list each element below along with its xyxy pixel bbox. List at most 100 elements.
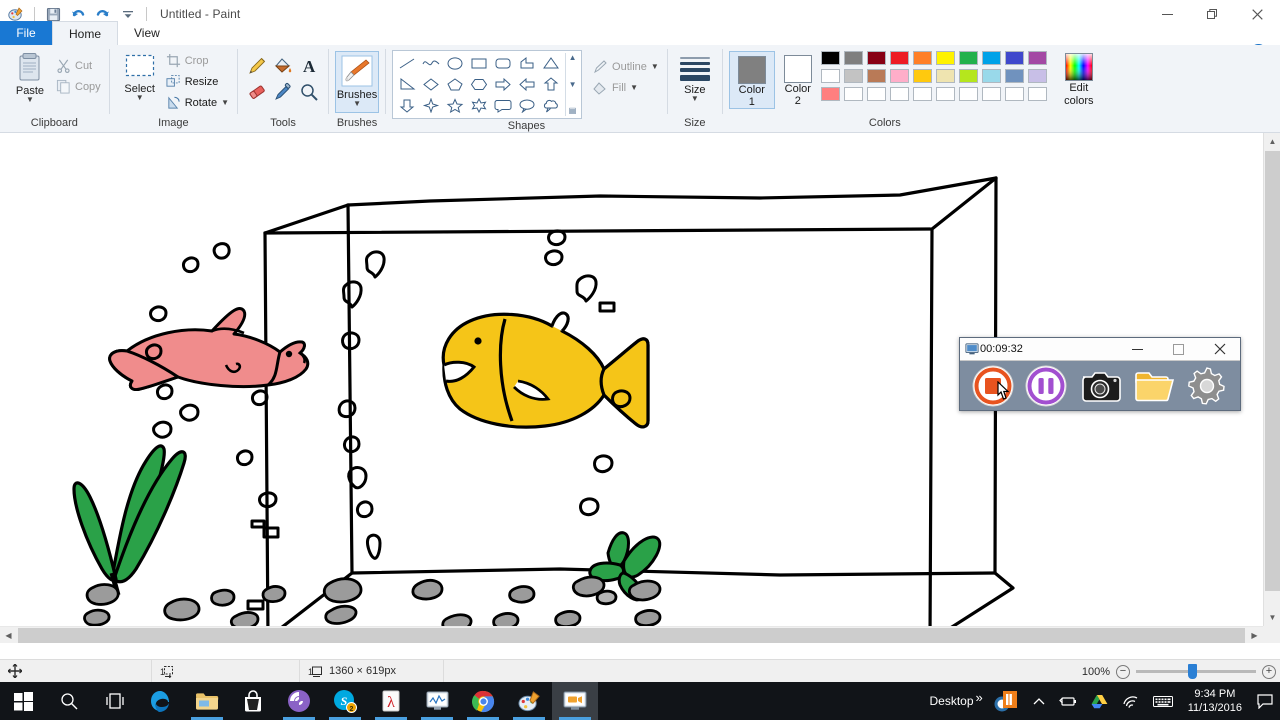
taskbar-file-explorer[interactable] bbox=[184, 682, 230, 720]
palette-swatch-2-3[interactable] bbox=[889, 87, 909, 101]
palette-swatch-0-4[interactable] bbox=[912, 51, 932, 65]
shape-six-point-star[interactable] bbox=[467, 95, 491, 116]
task-view-button[interactable] bbox=[92, 682, 138, 720]
recorder-minimize-button[interactable] bbox=[1117, 338, 1158, 361]
scroll-down-arrow-icon[interactable]: ▼ bbox=[1264, 609, 1280, 626]
action-center-icon[interactable] bbox=[1250, 682, 1280, 720]
shapes-scroll[interactable]: ▲ ▼ ▤ bbox=[565, 53, 579, 116]
shapes-scroll-down-icon[interactable]: ▼ bbox=[569, 80, 577, 89]
shape-four-point-star[interactable] bbox=[419, 95, 443, 116]
google-drive-icon[interactable] bbox=[1084, 682, 1115, 720]
pause-recording-button[interactable] bbox=[1024, 364, 1068, 408]
color-2-button[interactable]: Color 2 bbox=[775, 51, 821, 107]
taskbar-edge[interactable] bbox=[138, 682, 184, 720]
tab-view[interactable]: View bbox=[118, 21, 176, 45]
palette-swatch-1-2[interactable] bbox=[866, 69, 886, 83]
scroll-up-arrow-icon[interactable]: ▲ bbox=[1264, 133, 1280, 150]
zoom-in-button[interactable]: + bbox=[1262, 664, 1276, 679]
palette-swatch-1-0[interactable] bbox=[820, 69, 840, 83]
screenshot-button[interactable] bbox=[1078, 364, 1122, 408]
color-palette[interactable] bbox=[820, 51, 1049, 103]
tool-magnifier[interactable] bbox=[296, 79, 322, 105]
palette-swatch-2-0[interactable] bbox=[820, 87, 840, 101]
palette-swatch-1-6[interactable] bbox=[958, 69, 978, 83]
palette-swatch-2-1[interactable] bbox=[843, 87, 863, 101]
shape-right-triangle[interactable] bbox=[395, 74, 419, 95]
shape-line[interactable] bbox=[395, 53, 419, 74]
palette-swatch-0-7[interactable] bbox=[981, 51, 1001, 65]
copy-button[interactable]: Copy bbox=[54, 76, 103, 97]
palette-swatch-1-1[interactable] bbox=[843, 69, 863, 83]
palette-swatch-0-0[interactable] bbox=[820, 51, 840, 65]
cut-button[interactable]: Cut bbox=[54, 55, 103, 76]
shape-triangle[interactable] bbox=[539, 53, 563, 74]
shape-down-arrow[interactable] bbox=[395, 95, 419, 116]
show-hidden-icons-icon[interactable] bbox=[1026, 682, 1052, 720]
zoom-slider-thumb[interactable] bbox=[1188, 664, 1197, 679]
edit-colors-button[interactable]: Edit colors bbox=[1057, 51, 1101, 107]
brushes-caret-icon[interactable]: ▼ bbox=[353, 100, 361, 108]
size-button[interactable]: Size ▼ bbox=[674, 53, 716, 103]
palette-swatch-1-7[interactable] bbox=[981, 69, 1001, 83]
horizontal-scroll-thumb[interactable] bbox=[18, 628, 1245, 643]
open-folder-button[interactable] bbox=[1132, 364, 1176, 408]
taskbar-acrobat[interactable]: λ bbox=[368, 682, 414, 720]
shape-diamond[interactable] bbox=[419, 74, 443, 95]
palette-swatch-2-5[interactable] bbox=[935, 87, 955, 101]
palette-swatch-0-6[interactable] bbox=[958, 51, 978, 65]
touch-keyboard-icon[interactable] bbox=[1146, 682, 1180, 720]
taskbar-recorder[interactable] bbox=[552, 682, 598, 720]
fill-caret-icon[interactable]: ▼ bbox=[630, 83, 638, 91]
palette-swatch-0-8[interactable] bbox=[1004, 51, 1024, 65]
select-caret-icon[interactable]: ▼ bbox=[136, 94, 144, 102]
shape-hexagon[interactable] bbox=[467, 74, 491, 95]
palette-swatch-2-8[interactable] bbox=[1004, 87, 1024, 101]
zoom-out-button[interactable]: − bbox=[1116, 664, 1130, 679]
scroll-left-arrow-icon[interactable]: ◀ bbox=[0, 627, 17, 644]
tool-color-picker[interactable] bbox=[270, 79, 296, 105]
shape-polygon[interactable] bbox=[515, 53, 539, 74]
palette-swatch-0-3[interactable] bbox=[889, 51, 909, 65]
resize-button[interactable]: Resize bbox=[164, 71, 231, 92]
palette-swatch-0-9[interactable] bbox=[1027, 51, 1047, 65]
shape-curve[interactable] bbox=[419, 53, 443, 74]
taskbar-paint[interactable] bbox=[506, 682, 552, 720]
palette-swatch-0-1[interactable] bbox=[843, 51, 863, 65]
fill-button[interactable]: Fill ▼ bbox=[590, 77, 661, 98]
palette-swatch-2-7[interactable] bbox=[981, 87, 1001, 101]
shapes-expand-icon[interactable]: ▤ bbox=[569, 107, 577, 115]
palette-swatch-1-9[interactable] bbox=[1027, 69, 1047, 83]
palette-swatch-0-2[interactable] bbox=[866, 51, 886, 65]
recorder-close-button[interactable] bbox=[1199, 338, 1240, 361]
shapes-scroll-up-icon[interactable]: ▲ bbox=[569, 54, 577, 62]
palette-swatch-1-3[interactable] bbox=[889, 69, 909, 83]
paste-button[interactable]: Paste ▼ bbox=[6, 49, 54, 104]
zoom-slider[interactable] bbox=[1136, 664, 1256, 679]
shape-rounded-callout[interactable] bbox=[491, 95, 515, 116]
shape-pentagon[interactable] bbox=[443, 74, 467, 95]
search-button[interactable] bbox=[46, 682, 92, 720]
tray-desktop-label[interactable]: Desktop bbox=[919, 694, 973, 708]
brushes-button[interactable]: Brushes ▼ bbox=[335, 51, 380, 113]
tab-file[interactable]: File bbox=[0, 21, 52, 45]
palette-swatch-2-2[interactable] bbox=[866, 87, 886, 101]
shape-five-point-star[interactable] bbox=[443, 95, 467, 116]
size-caret-icon[interactable]: ▼ bbox=[691, 95, 699, 103]
palette-swatch-1-4[interactable] bbox=[912, 69, 932, 83]
clock[interactable]: 9:34 PM 11/13/2016 bbox=[1180, 687, 1250, 715]
rotate-button[interactable]: Rotate ▼ bbox=[164, 92, 231, 113]
scroll-right-arrow-icon[interactable]: ▶ bbox=[1246, 627, 1263, 644]
vertical-scroll-thumb[interactable] bbox=[1265, 151, 1280, 591]
shape-right-arrow[interactable] bbox=[491, 74, 515, 95]
color-1-button[interactable]: Color 1 bbox=[728, 51, 775, 109]
start-button[interactable] bbox=[0, 682, 46, 720]
battery-icon[interactable] bbox=[1052, 682, 1084, 720]
shape-oval[interactable] bbox=[443, 53, 467, 74]
taskbar-monitor-app[interactable] bbox=[414, 682, 460, 720]
taskbar-skype[interactable]: S 2 bbox=[322, 682, 368, 720]
shape-rounded-rectangle[interactable] bbox=[491, 53, 515, 74]
outline-button[interactable]: Outline ▼ bbox=[590, 56, 661, 77]
vertical-scrollbar[interactable]: ▲ ▼ bbox=[1263, 133, 1280, 626]
palette-swatch-1-8[interactable] bbox=[1004, 69, 1024, 83]
palette-swatch-1-5[interactable] bbox=[935, 69, 955, 83]
